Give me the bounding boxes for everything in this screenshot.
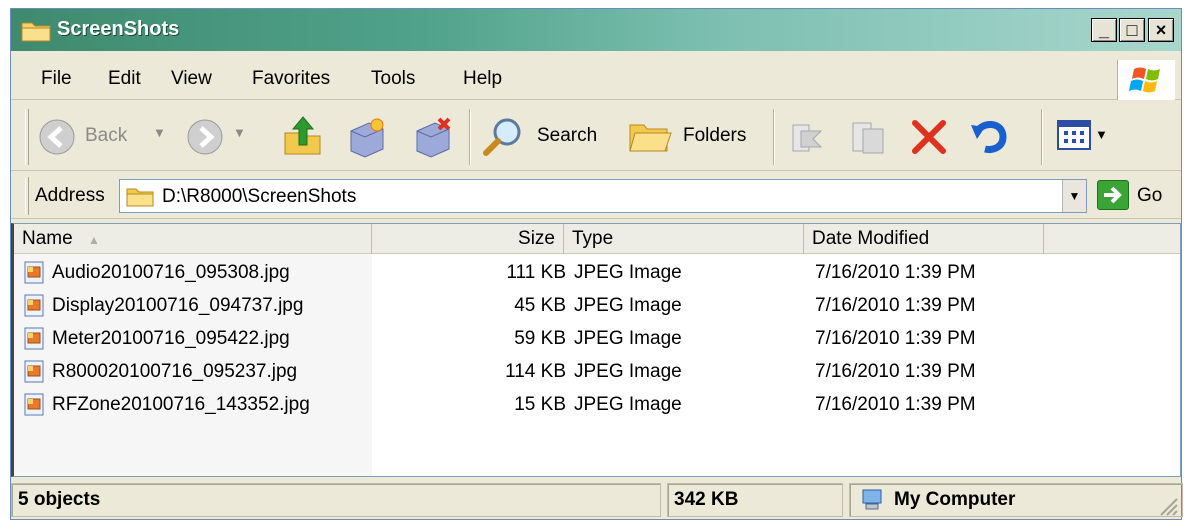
maximize-button[interactable]: □ <box>1119 18 1145 42</box>
forward-dropdown-arrow[interactable]: ▼ <box>233 125 246 140</box>
paste-icon[interactable] <box>847 117 887 157</box>
windows-flag-icon <box>1129 67 1160 93</box>
jpeg-file-icon <box>24 360 44 383</box>
delete-icon[interactable] <box>909 117 949 157</box>
undo-icon[interactable] <box>969 115 1011 157</box>
toolbar-separator <box>469 109 471 165</box>
back-dropdown-arrow[interactable]: ▼ <box>153 125 166 140</box>
sort-ascending-icon: ▲ <box>87 233 100 247</box>
status-bar: 5 objects 342 KB My Computer <box>11 479 1183 519</box>
close-button[interactable]: × <box>1148 18 1174 42</box>
menu-help[interactable]: Help <box>463 68 502 90</box>
folders-button-label[interactable]: Folders <box>683 125 746 147</box>
file-date: 7/16/2010 1:39 PM <box>815 262 976 283</box>
folders-icon[interactable] <box>627 117 673 157</box>
toolbar-separator <box>1041 109 1043 165</box>
forward-icon[interactable] <box>185 117 225 157</box>
file-name[interactable]: Audio20100716_095308.jpg <box>52 262 290 284</box>
go-button[interactable] <box>1097 180 1129 210</box>
menu-favorites[interactable]: Favorites <box>252 68 330 90</box>
file-type: JPEG Image <box>574 295 682 316</box>
menu-view[interactable]: View <box>171 68 212 90</box>
cut-icon[interactable] <box>787 117 827 157</box>
file-type: JPEG Image <box>574 361 682 382</box>
go-arrow-icon <box>1104 186 1122 204</box>
explorer-window: ScreenShots _ □ × File Edit View Favorit… <box>10 8 1183 520</box>
table-row[interactable]: R800020100716_095237.jpg 114 KB JPEG Image… <box>14 355 1180 388</box>
table-row[interactable]: RFZone20100716_143352.jpg 15 KB JPEG Image… <box>14 388 1180 421</box>
address-bar: Address D:\R8000\ScreenShots ▼ Go <box>11 173 1181 219</box>
search-icon[interactable] <box>481 115 525 159</box>
search-button-label[interactable]: Search <box>537 125 597 147</box>
address-input[interactable]: D:\R8000\ScreenShots ▼ <box>119 179 1087 213</box>
close-icon: × <box>1155 20 1167 40</box>
table-row[interactable]: Meter20100716_095422.jpg 59 KB JPEG Image 7… <box>14 322 1180 355</box>
file-date: 7/16/2010 1:39 PM <box>815 295 976 316</box>
status-zone-label: My Computer <box>894 489 1016 510</box>
status-object-count: 5 objects <box>11 483 661 517</box>
file-type: JPEG Image <box>574 328 682 349</box>
minimize-button[interactable]: _ <box>1091 18 1117 42</box>
column-header-size[interactable]: Size <box>372 224 564 254</box>
file-size: 114 KB <box>505 361 566 382</box>
toolbar-separator <box>773 109 775 165</box>
status-zone: My Computer <box>849 483 1183 517</box>
folder-icon <box>21 22 51 42</box>
views-icon[interactable] <box>1057 119 1091 151</box>
file-size: 45 KB <box>514 295 566 316</box>
maximize-icon: □ <box>1126 20 1138 40</box>
views-dropdown-arrow[interactable]: ▼ <box>1095 127 1108 142</box>
window-title: ScreenShots <box>57 18 180 40</box>
up-folder-icon[interactable] <box>281 113 325 159</box>
table-row[interactable]: Display20100716_094737.jpg 45 KB JPEG Imag… <box>14 289 1180 322</box>
menu-bar: File Edit View Favorites Tools Help <box>11 58 1181 100</box>
windows-logo <box>1117 60 1175 100</box>
file-name[interactable]: R800020100716_095237.jpg <box>52 361 297 383</box>
menu-file[interactable]: File <box>41 68 72 90</box>
file-type: JPEG Image <box>574 262 682 283</box>
title-bar[interactable]: ScreenShots _ □ × <box>11 9 1181 51</box>
back-icon[interactable] <box>37 117 77 157</box>
file-size: 15 KB <box>514 394 566 415</box>
folder-icon <box>126 188 154 207</box>
toolbar-grip[interactable] <box>25 109 29 165</box>
address-dropdown-button[interactable]: ▼ <box>1062 180 1086 212</box>
jpeg-file-icon <box>24 393 44 416</box>
resize-grip-icon[interactable] <box>1157 495 1179 517</box>
status-total-size: 342 KB <box>667 483 843 517</box>
file-date: 7/16/2010 1:39 PM <box>815 394 976 415</box>
move-to-icon[interactable] <box>411 115 455 159</box>
table-row[interactable]: Audio20100716_095308.jpg 111 KB JPEG Image… <box>14 256 1180 289</box>
file-size: 111 KB <box>506 262 566 283</box>
jpeg-file-icon <box>24 261 44 284</box>
file-date: 7/16/2010 1:39 PM <box>815 328 976 349</box>
column-header-date[interactable]: Date Modified <box>804 224 1044 254</box>
file-size: 59 KB <box>514 328 566 349</box>
file-type: JPEG Image <box>574 394 682 415</box>
standard-toolbar: Back ▼ ▼ Search Folders ▼ <box>11 103 1181 171</box>
jpeg-file-icon <box>24 327 44 350</box>
my-computer-icon <box>862 489 882 510</box>
file-list[interactable]: Name ▲ Size Type Date Modified Audio2010… <box>11 223 1181 477</box>
column-header-name-label: Name <box>22 228 73 249</box>
jpeg-file-icon <box>24 294 44 317</box>
back-button-label[interactable]: Back <box>85 125 127 147</box>
address-label: Address <box>35 185 105 206</box>
copy-to-icon[interactable] <box>345 115 389 159</box>
column-header-type[interactable]: Type <box>564 224 804 254</box>
file-date: 7/16/2010 1:39 PM <box>815 361 976 382</box>
minimize-icon: _ <box>1098 20 1109 40</box>
column-headers: Name ▲ Size Type Date Modified <box>14 224 1180 254</box>
file-name[interactable]: Display20100716_094737.jpg <box>52 295 303 317</box>
file-name[interactable]: Meter20100716_095422.jpg <box>52 328 290 350</box>
menu-tools[interactable]: Tools <box>371 68 415 90</box>
address-value[interactable]: D:\R8000\ScreenShots <box>162 186 356 208</box>
address-grip[interactable] <box>25 177 29 215</box>
go-label[interactable]: Go <box>1137 185 1162 207</box>
menu-edit[interactable]: Edit <box>108 68 141 90</box>
column-header-name[interactable]: Name ▲ <box>14 224 372 254</box>
file-name[interactable]: RFZone20100716_143352.jpg <box>52 394 310 416</box>
